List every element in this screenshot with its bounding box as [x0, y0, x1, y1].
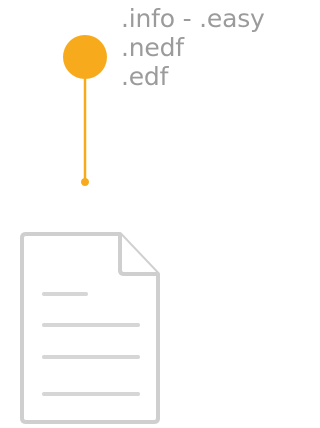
file-extension-list: .info - .easy .nedf .edf — [121, 4, 265, 91]
extension-line: .edf — [121, 62, 169, 91]
file-document-icon — [20, 232, 160, 424]
marker-tip — [81, 178, 89, 186]
marker-head — [63, 35, 107, 79]
extension-line: .info - .easy — [121, 4, 265, 33]
extension-line: .nedf — [121, 33, 184, 62]
